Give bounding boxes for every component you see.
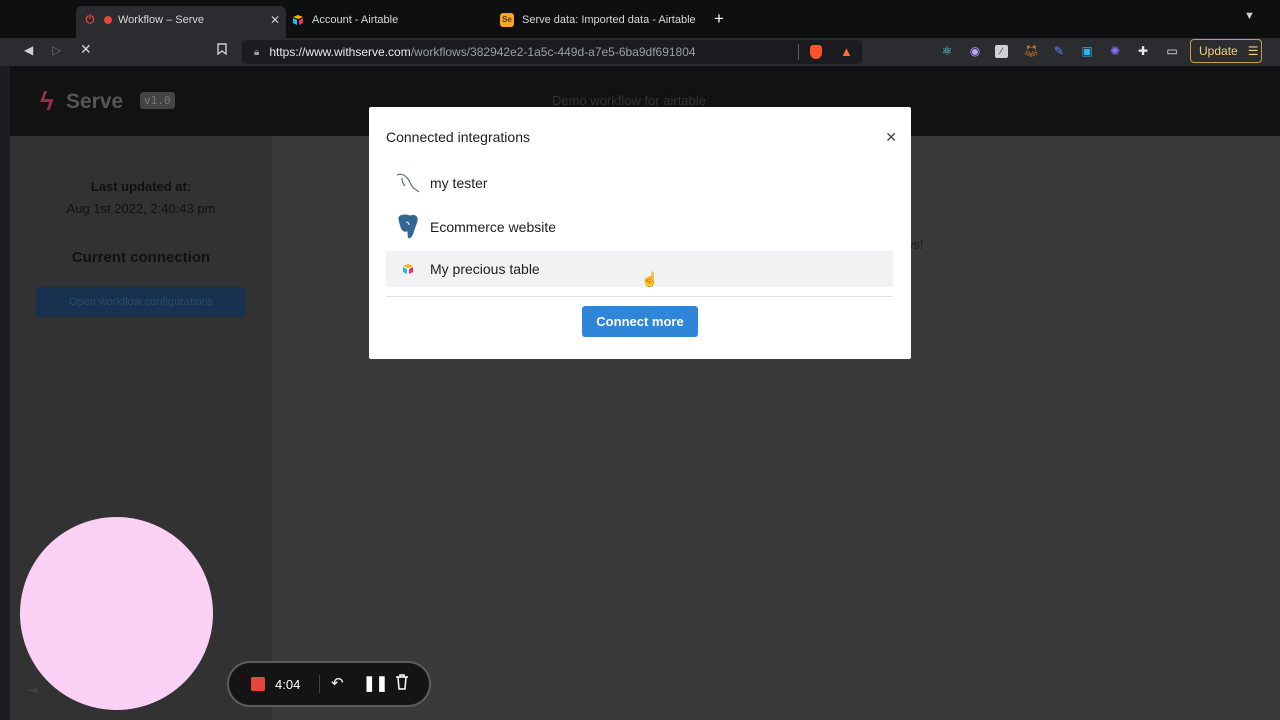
last-updated-label: Last updated at: bbox=[90, 179, 192, 194]
workflow-title: Demo workflow for airtable bbox=[552, 93, 706, 108]
extension-gear-icon[interactable]: ✺ bbox=[1107, 43, 1123, 59]
recording-icon: ⏻ bbox=[85, 13, 95, 26]
mysql-dolphin-icon bbox=[386, 166, 430, 200]
react-devtools-icon[interactable]: ⚛ bbox=[939, 43, 955, 59]
serve-bolt-icon: ϟ bbox=[40, 86, 54, 116]
open-workflow-configurations-button[interactable]: Open workflow configurations bbox=[36, 287, 246, 317]
update-label: Update bbox=[1199, 44, 1238, 58]
extension-window-icon[interactable]: ▣ bbox=[1079, 43, 1095, 59]
integration-name: Ecommerce website bbox=[430, 219, 557, 235]
tab-title: Workflow – Serve bbox=[118, 14, 204, 26]
extension-eye-icon[interactable]: ◉ bbox=[967, 43, 983, 59]
wallet-icon[interactable]: ▭ bbox=[1164, 43, 1180, 59]
integration-row-ecommerce-website[interactable]: Ecommerce website bbox=[386, 209, 893, 245]
browser-toolbar: ◀ ▷ ✕ 🔒︎ https://www.withserve.com/workf… bbox=[0, 38, 1280, 66]
new-tab-icon[interactable]: + bbox=[714, 9, 724, 29]
close-icon[interactable]: ✕ bbox=[885, 129, 897, 146]
update-button[interactable]: Update ☰ bbox=[1190, 39, 1262, 63]
integration-name: my tester bbox=[430, 175, 488, 191]
bookmark-icon[interactable] bbox=[217, 43, 227, 58]
connect-more-button[interactable]: Connect more bbox=[582, 306, 698, 337]
logout-icon[interactable]: ⇥ bbox=[28, 683, 38, 697]
integration-row-my-precious-table[interactable]: My precious table bbox=[386, 251, 893, 287]
pause-icon[interactable]: ❚❚ bbox=[363, 674, 388, 692]
undo-icon[interactable]: ↶ bbox=[331, 674, 344, 692]
last-updated-value: Aug 1st 2022, 2:40:43 pm bbox=[66, 201, 216, 216]
url-divider bbox=[798, 44, 799, 60]
menu-icon: ☰ bbox=[1247, 44, 1259, 58]
connected-integrations-modal: Connected integrations ✕ my tester Ecomm… bbox=[369, 107, 911, 359]
url-text: https://www.withserve.com/workflows/3829… bbox=[269, 45, 696, 59]
extensions-puzzle-icon[interactable]: ✚ bbox=[1135, 43, 1151, 59]
recording-time: 4:04 bbox=[275, 677, 301, 692]
extension-notes-icon[interactable]: ⁄ bbox=[995, 45, 1008, 58]
stop-loading-icon[interactable]: ✕ bbox=[80, 41, 92, 58]
serve-data-favicon: Se bbox=[500, 12, 514, 27]
tab-account-airtable[interactable]: Account - Airtable bbox=[292, 7, 492, 32]
serve-favicon bbox=[104, 16, 112, 24]
postgres-elephant-icon bbox=[386, 210, 430, 244]
forward-icon[interactable]: ▷ bbox=[52, 43, 61, 57]
brave-shields-icon[interactable] bbox=[810, 45, 822, 59]
metamask-icon[interactable]: 🦊︎ bbox=[1023, 43, 1039, 59]
airtable-icon bbox=[386, 252, 430, 286]
tab-strip: ⏻ Workflow – Serve ✕ Account - Airtable … bbox=[0, 0, 1280, 38]
browser-window: ⏻ Workflow – Serve ✕ Account - Airtable … bbox=[0, 0, 1280, 720]
lock-icon: 🔒︎ bbox=[254, 46, 260, 58]
back-icon[interactable]: ◀ bbox=[24, 43, 33, 57]
airtable-favicon bbox=[292, 14, 304, 26]
integration-name: My precious table bbox=[430, 261, 540, 277]
recording-controls: 4:04 ↶ ❚❚ bbox=[227, 661, 431, 707]
recording-divider bbox=[319, 675, 320, 693]
trash-icon[interactable] bbox=[395, 674, 409, 694]
tab-serve-data[interactable]: Se Serve data: Imported data - Airtable bbox=[500, 7, 705, 32]
close-tab-icon[interactable]: ✕ bbox=[270, 13, 280, 27]
chevron-down-icon[interactable]: ▼ bbox=[1244, 10, 1255, 22]
integration-row-my-tester[interactable]: my tester bbox=[386, 165, 893, 201]
tab-title: Serve data: Imported data - Airtable bbox=[522, 13, 696, 26]
modal-title: Connected integrations bbox=[386, 129, 530, 145]
current-connection-heading: Current connection bbox=[71, 249, 211, 266]
extension-pen-icon[interactable]: ✎ bbox=[1051, 43, 1067, 59]
version-badge: v1.0 bbox=[140, 92, 175, 109]
tab-workflow-serve[interactable]: ⏻ Workflow – Serve ✕ bbox=[76, 6, 286, 38]
address-bar[interactable]: 🔒︎ https://www.withserve.com/workflows/3… bbox=[242, 40, 862, 64]
modal-divider bbox=[386, 296, 893, 297]
stop-recording-button[interactable] bbox=[251, 677, 265, 691]
webcam-bubble[interactable] bbox=[20, 517, 213, 710]
tab-title: Account - Airtable bbox=[312, 13, 399, 26]
brave-rewards-icon[interactable]: ▲ bbox=[840, 44, 853, 59]
brand-name: Serve bbox=[66, 90, 124, 113]
hand-cursor-icon: ☝ bbox=[641, 271, 659, 287]
